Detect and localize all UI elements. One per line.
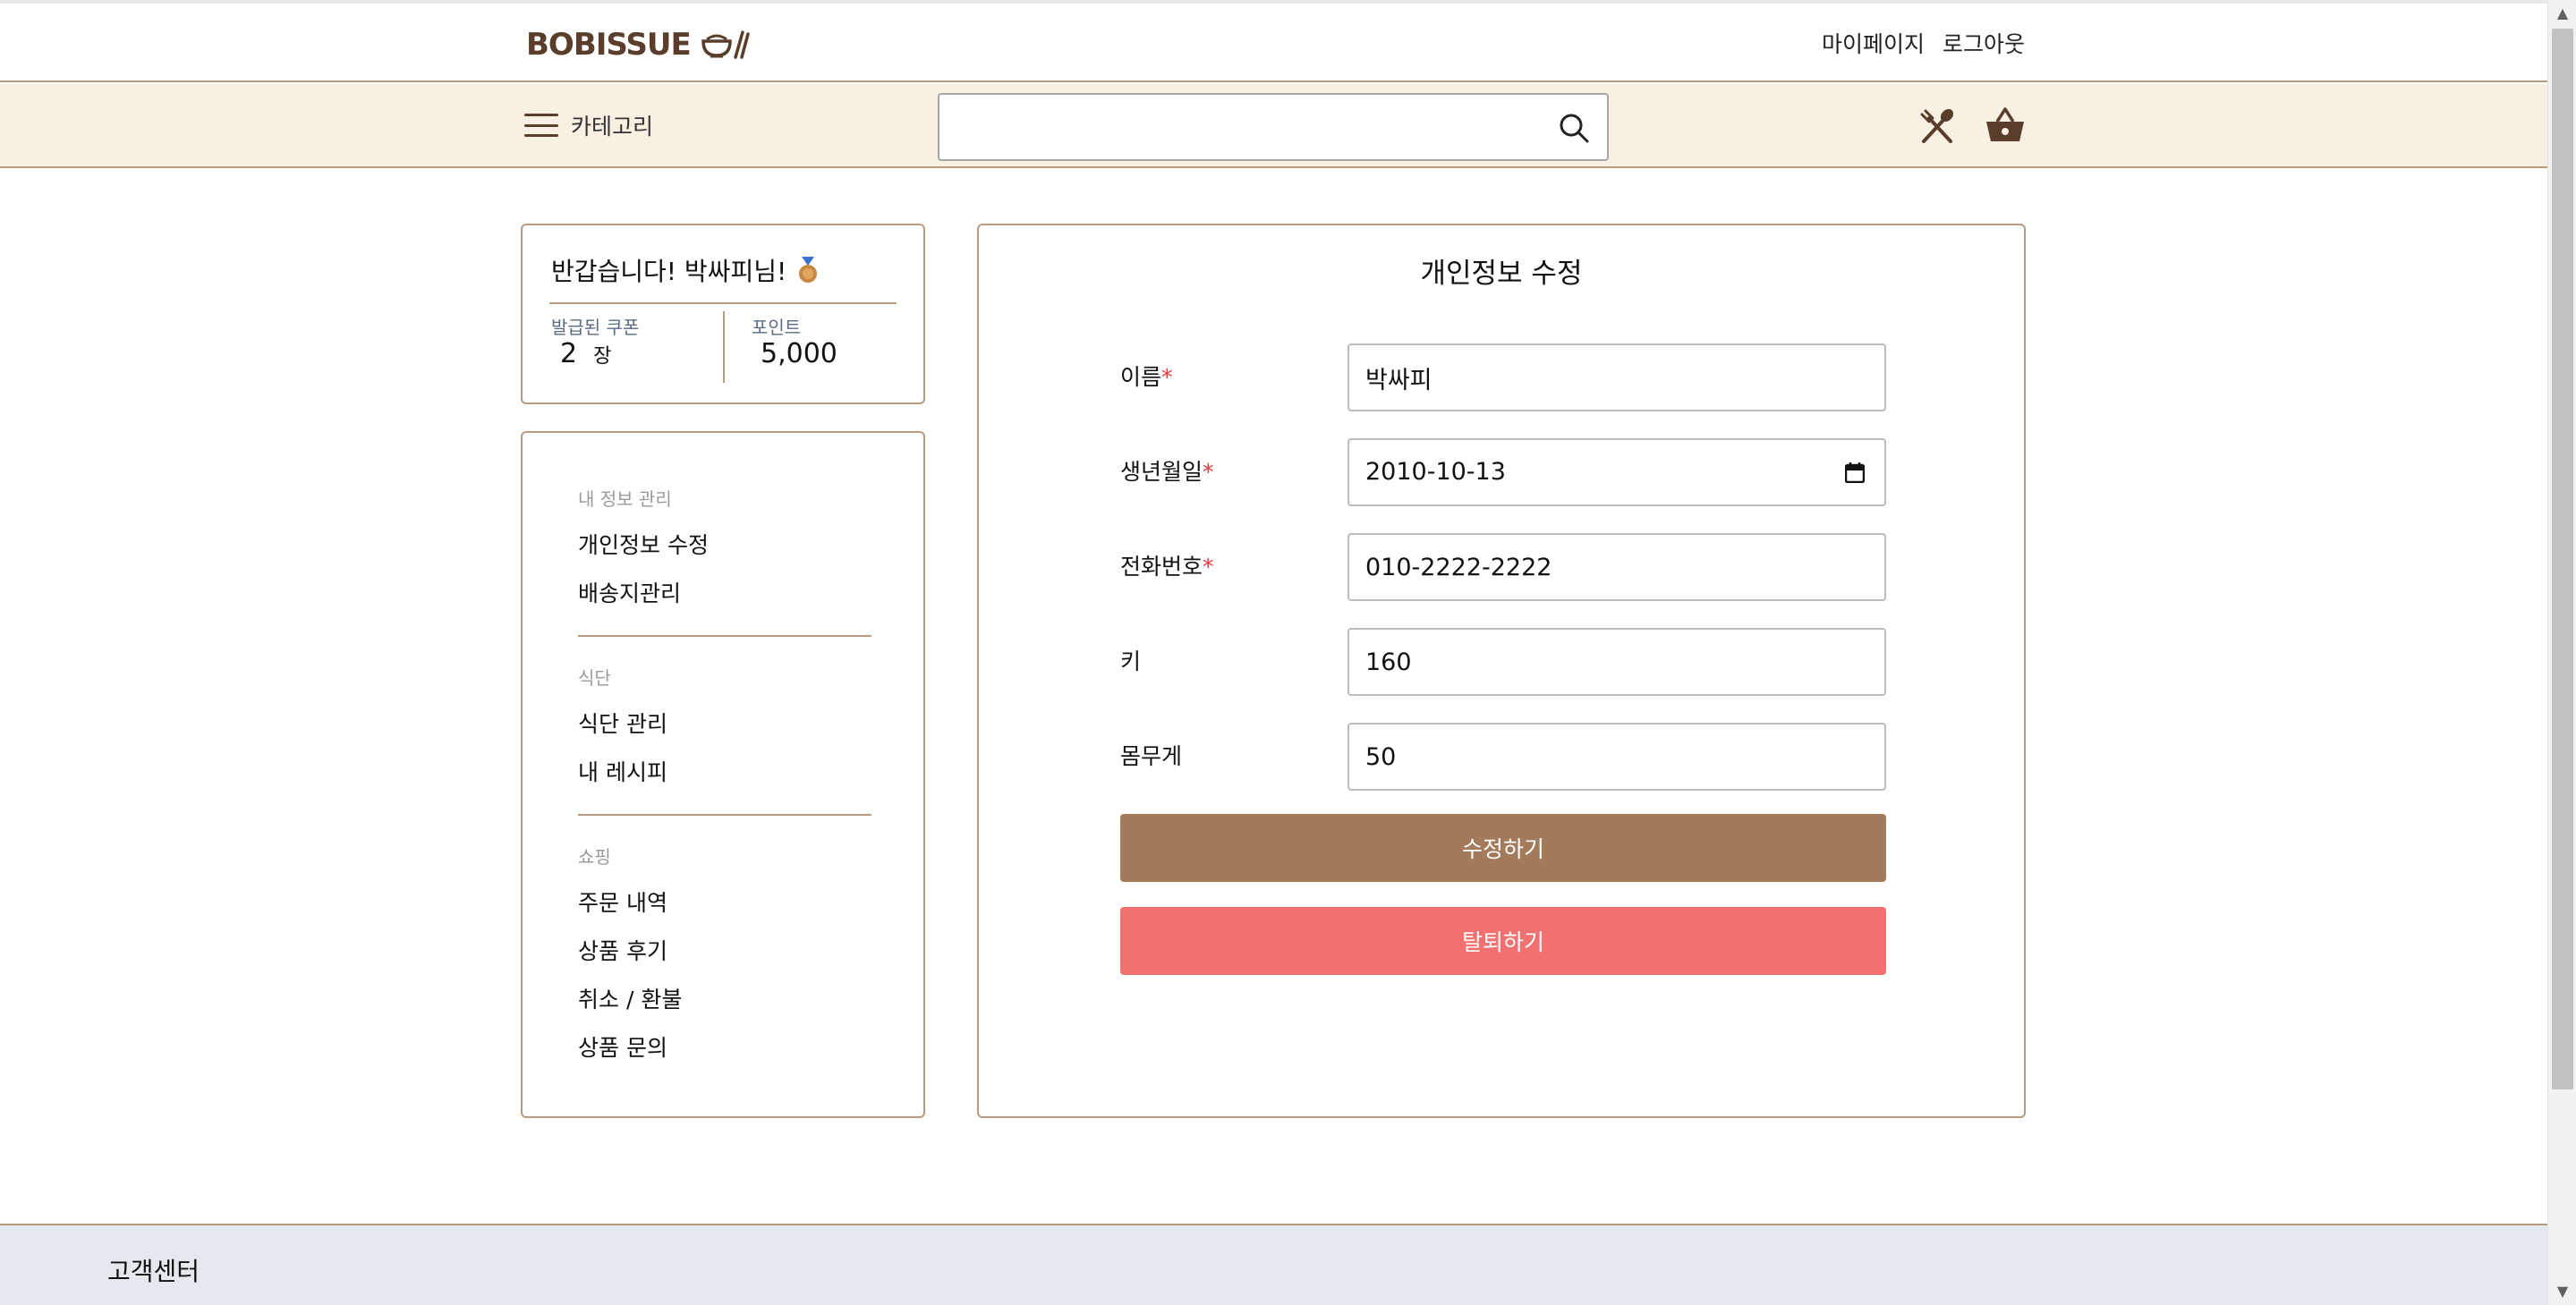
header: BOBISSUE 마이페이지 로그아웃 (0, 4, 2547, 82)
phone-field[interactable] (1348, 533, 1886, 601)
search-icon[interactable] (1557, 111, 1591, 145)
greeting-text: 반갑습니다! 박싸피님! (551, 257, 787, 286)
logout-link[interactable]: 로그아웃 (1943, 27, 2025, 59)
profile-card: 반갑습니다! 박싸피님! 발급된 쿠폰 2 장 포인트 5,000 (521, 224, 925, 404)
menu-divider (578, 635, 871, 637)
height-field[interactable] (1348, 628, 1886, 696)
side-menu: 내 정보 관리 개인정보 수정 배송지관리 식단 식단 관리 내 레시피 쇼핑 … (521, 431, 925, 1118)
footer: 고객센터 (0, 1224, 2547, 1305)
weight-field[interactable] (1348, 723, 1886, 791)
point-label: 포인트 (752, 317, 802, 338)
search-input[interactable] (952, 104, 1525, 150)
birth-date-field[interactable]: 2010-10-13 (1348, 438, 1886, 506)
name-field[interactable] (1348, 343, 1886, 411)
calendar-icon[interactable] (1845, 462, 1865, 483)
mypage-link[interactable]: 마이페이지 (1822, 27, 1925, 59)
edit-profile-form: 개인정보 수정 이름* 생년월일* 2010-10-13 전화번호* 키 몸무게… (977, 224, 2026, 1118)
point-value[interactable]: 5,000 (761, 338, 837, 369)
logo[interactable]: BOBISSUE (526, 23, 750, 66)
scroll-thumb[interactable] (2552, 29, 2573, 1089)
menu-item-inquiry[interactable]: 상품 문의 (578, 1030, 667, 1063)
birth-date-value: 2010-10-13 (1365, 458, 1506, 486)
coupon-value[interactable]: 2 장 (560, 338, 611, 369)
rice-bowl-icon (701, 30, 750, 59)
menu-section-title: 식단 (578, 667, 611, 689)
menu-item-edit-profile[interactable]: 개인정보 수정 (578, 528, 709, 560)
search-box (938, 93, 1609, 161)
required-mark: * (1203, 459, 1214, 485)
required-mark: * (1161, 364, 1173, 390)
scroll-down-icon[interactable]: ▼ (2548, 1278, 2576, 1305)
profile-divider (549, 302, 897, 304)
weight-label: 몸무게 (1120, 743, 1183, 769)
menu-item-reviews[interactable]: 상품 후기 (578, 934, 667, 966)
menu-item-orders[interactable]: 주문 내역 (578, 886, 667, 918)
greeting: 반갑습니다! 박싸피님! (551, 252, 819, 288)
required-mark: * (1203, 554, 1214, 580)
stat-separator (723, 311, 725, 383)
logo-text: BOBISSUE (526, 27, 692, 63)
save-button[interactable]: 수정하기 (1120, 814, 1886, 882)
name-label: 이름* (1120, 364, 1173, 390)
menu-item-refund[interactable]: 취소 / 환불 (578, 982, 682, 1014)
coupon-count: 2 (560, 338, 578, 369)
menu-divider (578, 814, 871, 816)
form-title: 개인정보 수정 (1420, 258, 1583, 290)
height-label: 키 (1120, 648, 1142, 674)
menu-item-address[interactable]: 배송지관리 (578, 576, 681, 608)
coupon-label: 발급된 쿠폰 (551, 317, 640, 338)
category-label: 카테고리 (571, 114, 654, 140)
top-links: 마이페이지 로그아웃 (1822, 27, 2025, 59)
withdraw-button[interactable]: 탈퇴하기 (1120, 907, 1886, 975)
menu-section-title: 쇼핑 (578, 846, 611, 868)
phone-label: 전화번호* (1120, 554, 1214, 580)
birth-label: 생년월일* (1120, 459, 1214, 485)
category-button[interactable]: 카테고리 (524, 109, 653, 141)
hamburger-icon (524, 114, 558, 137)
navbar: 카테고리 (0, 84, 2547, 168)
scroll-up-icon[interactable]: ▲ (2548, 0, 2576, 27)
scrollbar[interactable]: ▲ ▼ (2547, 0, 2576, 1305)
menu-item-recipe[interactable]: 내 레시피 (578, 755, 667, 787)
menu-item-diet[interactable]: 식단 관리 (578, 707, 667, 739)
menu-section-title: 내 정보 관리 (578, 488, 672, 510)
basket-icon[interactable] (1985, 106, 2026, 145)
footer-title[interactable]: 고객센터 (107, 1252, 200, 1288)
fork-spoon-icon[interactable] (1918, 107, 1956, 145)
medal-icon (799, 257, 818, 283)
coupon-unit: 장 (593, 345, 612, 368)
